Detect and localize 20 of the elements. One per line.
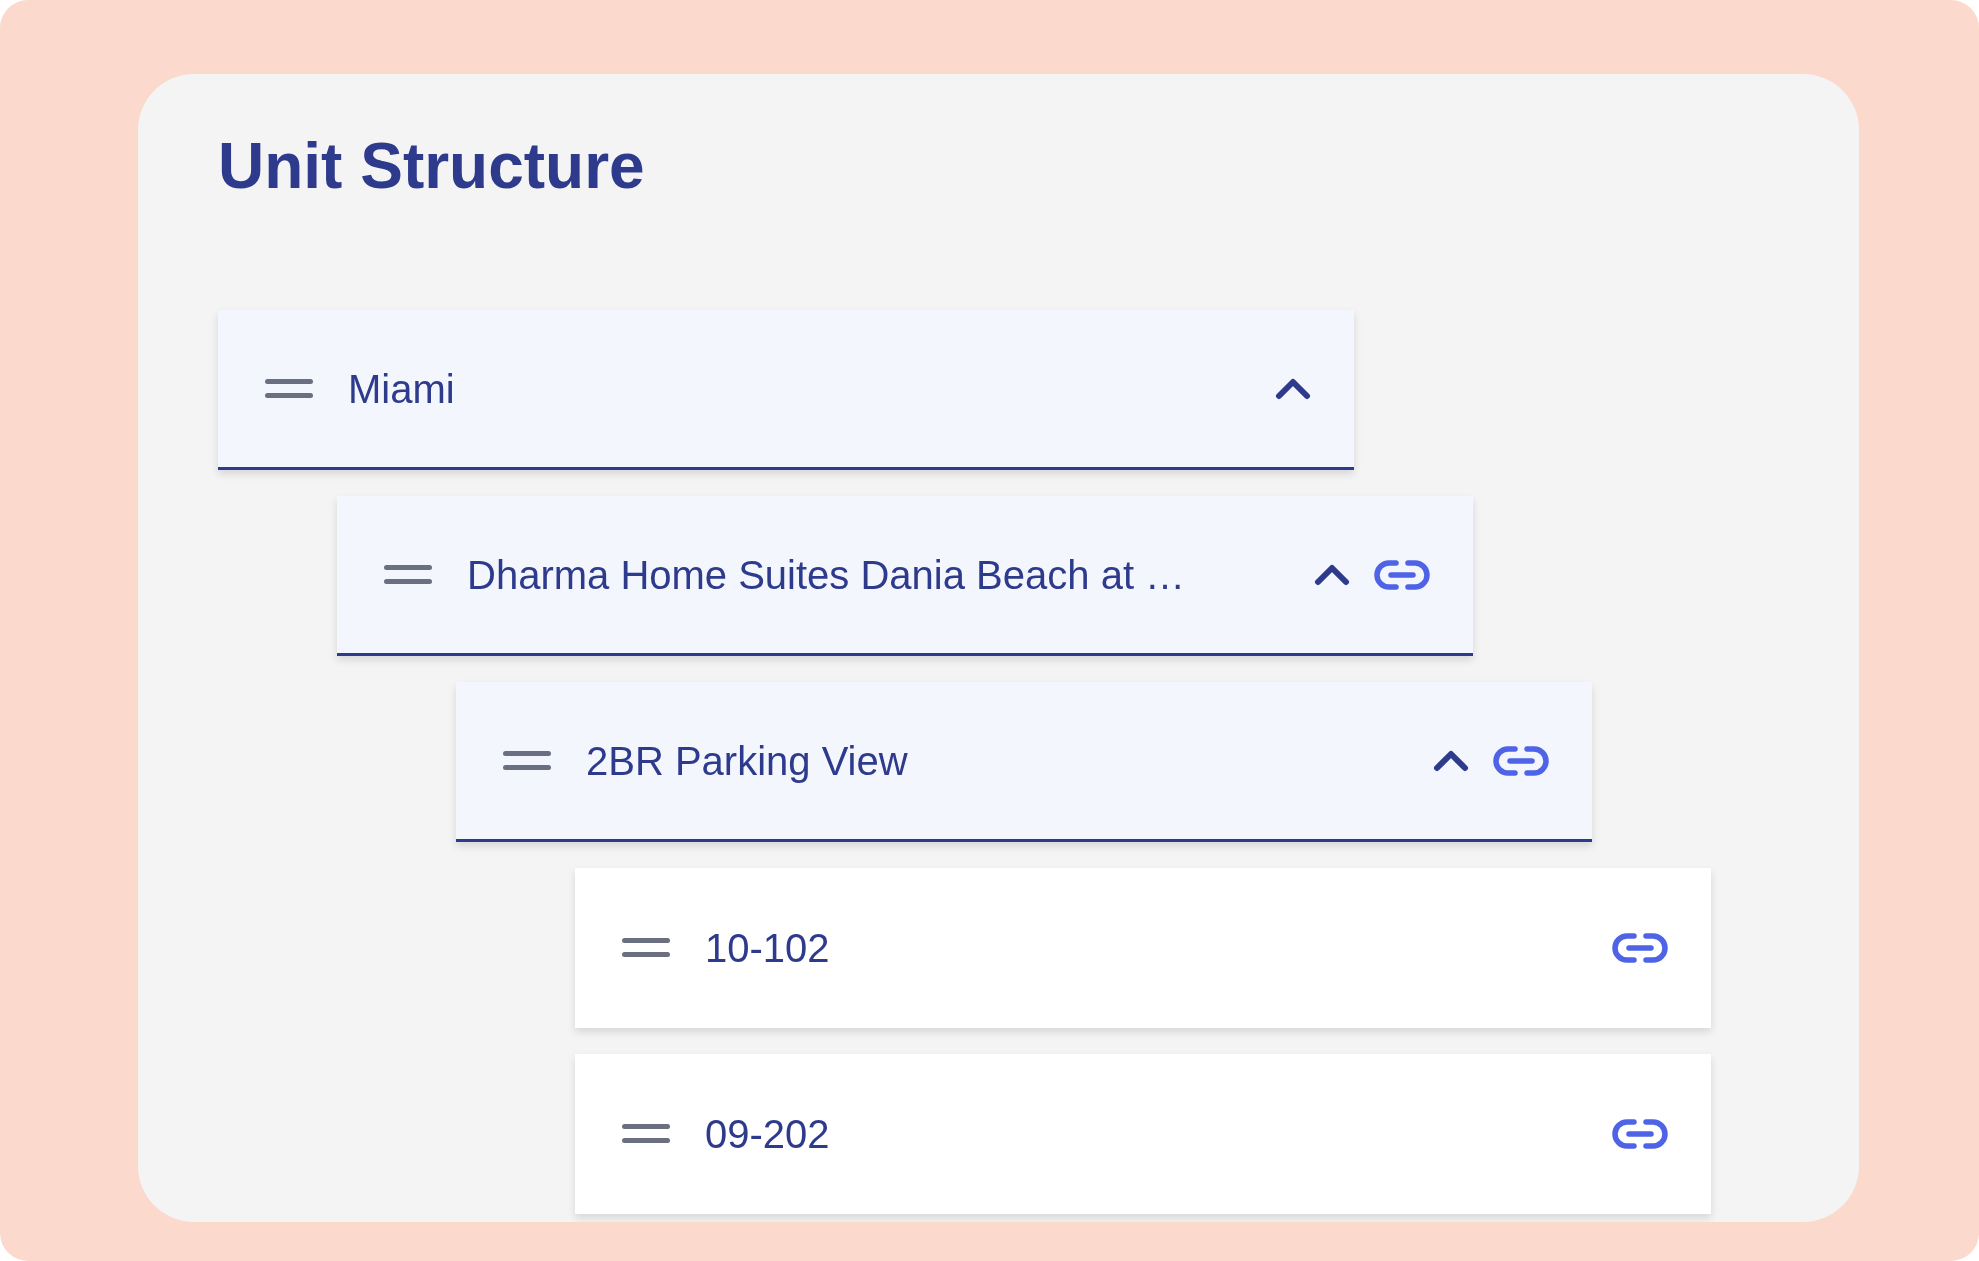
tree-row[interactable]: Miami [218,310,1354,470]
page-title: Unit Structure [218,129,645,204]
row-label: 09-202 [705,1111,830,1158]
drag-handle-icon[interactable] [622,1123,670,1145]
drag-handle-icon[interactable] [503,749,551,772]
row-label: Dharma Home Suites Dania Beach at … [467,551,1186,599]
row-label: 2BR Parking View [586,737,908,785]
link-icon[interactable] [1493,745,1549,776]
link-icon[interactable] [1612,1119,1668,1149]
drag-handle-icon[interactable] [384,563,432,586]
tree-row[interactable]: 2BR Parking View [456,682,1592,842]
drag-handle-icon[interactable] [265,377,313,400]
row-label: Miami [348,365,455,413]
drag-handle-icon[interactable] [622,937,670,959]
row-label: 10-102 [705,925,830,972]
link-icon[interactable] [1374,559,1430,590]
tree-row[interactable]: 09-202 [575,1054,1711,1214]
tree-row[interactable]: 10-102 [575,868,1711,1028]
link-icon[interactable] [1612,933,1668,963]
tree-row[interactable]: Dharma Home Suites Dania Beach at … [337,496,1473,656]
